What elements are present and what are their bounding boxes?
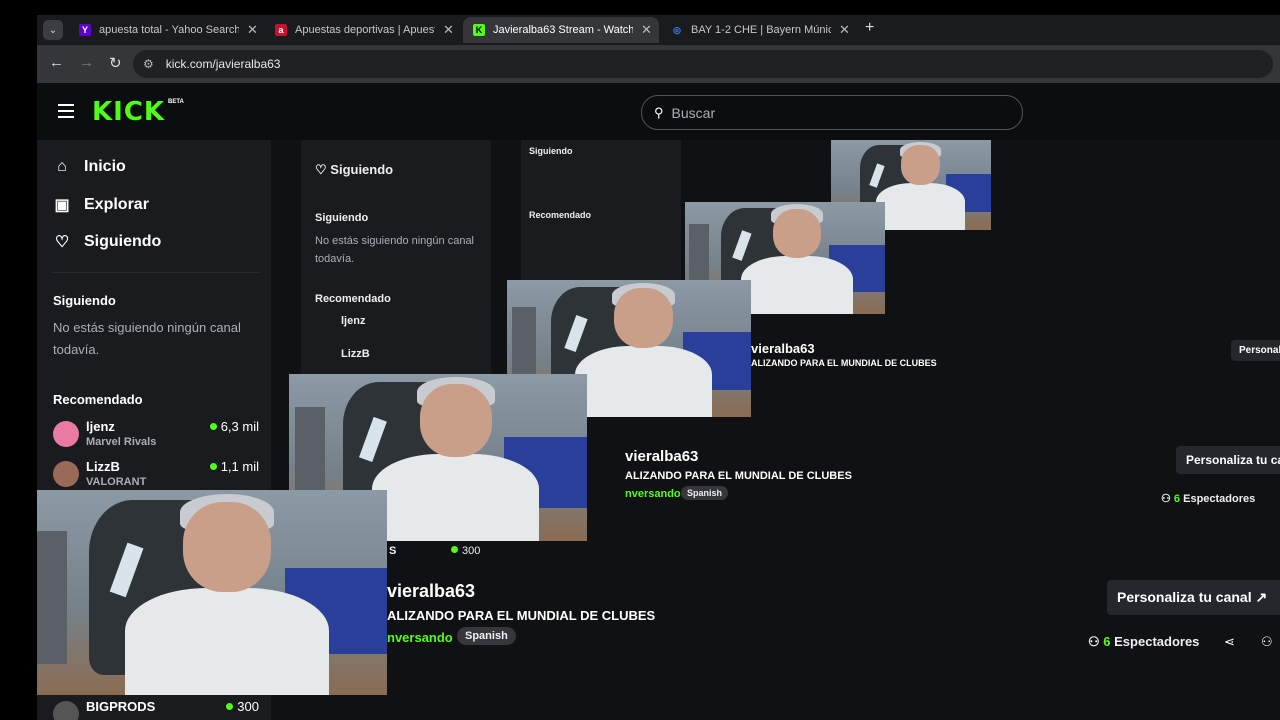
address-bar: ← → ↻ ⚙ kick.com/javieralba63 [37,45,1280,83]
new-tab-icon[interactable]: + [865,19,874,37]
echo-category: nversando [625,488,681,500]
tab-title: Javieralba63 Stream - Watch Li [493,24,633,36]
tab-title: BAY 1-2 CHE | Bayern Múnich v [691,24,831,36]
close-tab-icon[interactable]: ✕ [839,22,850,38]
following-empty-text: No estás siguiendo ningún canal todavía. [53,320,241,357]
tab-strip: ⌄ Y apuesta total - Yahoo Search Tu ✕ a … [37,15,1280,45]
yahoo-favicon-icon: Y [79,24,91,36]
viewers-icon: ⚇ [1088,634,1100,649]
live-dot-icon [209,463,217,470]
nav-label: Explorar [84,196,149,213]
webcam-overlay [37,490,387,695]
live-dot-icon [209,423,217,430]
recommended-item[interactable]: BIGPRODS 300 [53,697,259,720]
nav-label: Inicio [84,158,126,175]
echo-rec-name: ljenz [341,315,366,327]
sidebar-item-explore[interactable]: ▣ Explorar [53,195,149,215]
avatar [53,421,79,447]
viewers-label: Espectadores [1114,634,1200,649]
forward-icon[interactable]: → [79,54,94,71]
following-section-title: Siguiendo [53,293,116,308]
echo-following-empty: No estás siguiendo ningún canal todavía. [315,235,475,265]
back-icon[interactable]: ← [49,54,64,71]
apuestas-favicon-icon: a [275,24,287,36]
game-name: VALORANT [86,476,147,488]
close-tab-icon[interactable]: ✕ [641,22,652,38]
echo-bigprods-viewers: 300 [462,545,481,557]
customize-channel-button[interactable]: Personaliza tu canal ↗ [1107,580,1280,615]
menu-icon[interactable] [58,104,74,118]
channel-name: ljenz [86,419,115,434]
kick-favicon-icon: K [473,24,485,36]
echo-following-title: Siguiendo [529,146,573,156]
beta-badge: BETA [168,99,184,105]
search-icon: ⚲ [654,104,664,120]
echo-recommended-title: Recomendado [529,210,592,220]
echo-language-tag: Spanish [681,486,729,500]
echo-following-title: Siguiendo [315,212,369,224]
kick-logo[interactable]: KICK [92,97,165,127]
tab-apuestas[interactable]: a Apuestas deportivas | Apuestas ✕ [265,17,455,43]
share-icon[interactable]: ⋖ [1224,634,1235,650]
tab-title: Apuestas deportivas | Apuestas [295,24,435,36]
heart-icon: ♡ [54,234,70,251]
nav-label: Siguiendo [84,233,162,250]
echo-viewers-count: 6 [1173,493,1181,505]
follow-icon[interactable]: ⚇ [1261,634,1273,650]
channel-name: LizzB [86,459,120,474]
home-icon: ⌂ [57,158,67,175]
channel-name: BIGPRODS [86,699,156,714]
tab-title: apuesta total - Yahoo Search Tu [99,24,239,36]
sidebar-item-following[interactable]: ♡ Siguiendo [53,232,162,252]
echo-sidebar-small: Siguiendo Recomendado [521,140,681,280]
explore-icon: ▣ [54,197,70,214]
search-input[interactable]: ⚲ Buscar [641,95,1023,130]
avatar [53,701,79,720]
echo-viewers-label: Espectadores [1183,493,1256,505]
viewers-count: 6 [1103,634,1111,649]
avatar [53,461,79,487]
divider [53,272,259,273]
viewer-count: 1,1 mil [220,459,259,474]
category-link[interactable]: nversando [387,630,453,645]
language-tag[interactable]: Spanish [457,627,516,645]
echo-rec-name: LizzB [341,348,370,360]
sidebar-item-home[interactable]: ⌂ Inicio [53,158,126,176]
tab-kick[interactable]: K Javieralba63 Stream - Watch Li ✕ [463,17,659,43]
game-name: Marvel Rivals [86,436,157,448]
viewer-count: 6,3 mil [220,419,259,434]
recommended-item[interactable]: ljenz Marvel Rivals 6,3 mil [53,417,259,455]
stream-title: ALIZANDO PARA EL MUNDIAL DE CLUBES [387,608,656,623]
channel-name[interactable]: vieralba63 [387,581,475,602]
echo-recommended-title: Recomendado [315,293,391,305]
close-tab-icon[interactable]: ✕ [443,22,454,38]
viewer-count: 300 [237,699,259,714]
url-field[interactable]: ⚙ kick.com/javieralba63 [133,50,1273,78]
reload-icon[interactable]: ↻ [109,54,122,72]
echo-customize-button: Personal [1231,340,1280,361]
echo-stream-title: ALIZANDO PARA EL MUNDIAL DE CLUBES [751,358,937,368]
kick-page: ♡ Siguiendo Siguiendo No estás siguiendo… [37,83,1280,720]
search-placeholder: Buscar [671,104,716,121]
recommended-section-title: Recomendado [53,392,143,407]
tab-bayern[interactable]: ◎ BAY 1-2 CHE | Bayern Múnich v ✕ [661,17,857,43]
google-favicon-icon: ◎ [671,24,683,36]
site-info-icon[interactable]: ⚙ [143,57,154,71]
tab-search-button[interactable]: ⌄ [43,20,63,40]
echo-customize-button: Personaliza tu ca [1176,446,1280,474]
echo-bigprods: S [389,545,397,557]
kick-topbar: KICK BETA ⚲ Buscar [37,83,1280,140]
external-link-icon: ↗ [1255,589,1268,605]
customize-label: Personaliza tu canal [1117,589,1252,605]
live-dot-icon [226,703,234,710]
browser-chrome: ⌄ Y apuesta total - Yahoo Search Tu ✕ a … [37,15,1280,83]
echo-following: Siguiendo [330,162,394,177]
close-tab-icon[interactable]: ✕ [247,22,258,38]
stream-echo-area: ♡ Siguiendo Siguiendo No estás siguiendo… [271,140,1280,720]
echo-stream-title: ALIZANDO PARA EL MUNDIAL DE CLUBES [625,470,852,482]
tab-yahoo[interactable]: Y apuesta total - Yahoo Search Tu ✕ [69,17,259,43]
echo-channel-name: vieralba63 [751,341,815,356]
echo-channel-name: vieralba63 [625,448,699,465]
url-text: kick.com/javieralba63 [165,57,281,71]
